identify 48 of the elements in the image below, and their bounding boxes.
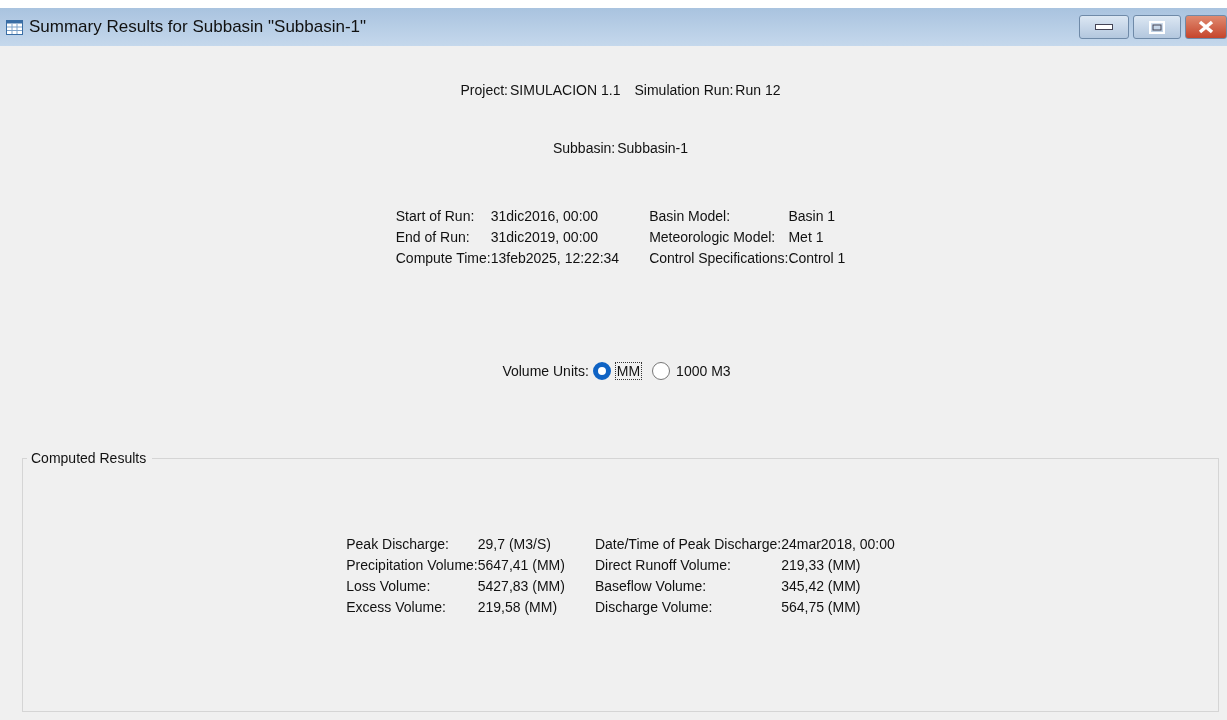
table-icon xyxy=(6,19,23,35)
field-value: 5647,41 (MM) xyxy=(477,557,566,573)
field-label: Control Specifications: xyxy=(649,250,789,266)
field-label: Start of Run: xyxy=(395,208,476,224)
field-label: Compute Time: xyxy=(395,250,491,266)
field-value: 564,75 (MM) xyxy=(781,599,862,615)
field-value: 24mar2018, 00:00 xyxy=(781,536,895,552)
radio-label[interactable]: 1000 M3 xyxy=(674,362,733,380)
radio-button[interactable] xyxy=(592,362,611,380)
field-value: Subbasin-1 xyxy=(617,140,689,156)
field-value: 219,33 (MM) xyxy=(781,557,862,573)
group-title: Computed Results xyxy=(30,450,148,466)
minimize-button[interactable] xyxy=(1079,15,1129,39)
field-label: Peak Discharge: xyxy=(346,536,450,552)
field-value: 5427,83 (MM) xyxy=(477,578,566,594)
field-value: Control 1 xyxy=(788,250,846,266)
field-label: Simulation Run: xyxy=(634,82,734,98)
field-value: 345,42 (MM) xyxy=(781,578,862,594)
field-label: End of Run: xyxy=(395,229,471,245)
radio-button[interactable] xyxy=(652,362,671,380)
maximize-button[interactable] xyxy=(1133,15,1181,39)
field-value: Met 1 xyxy=(788,229,825,245)
field-label: Discharge Volume: xyxy=(594,599,714,615)
field-label: Direct Runoff Volume: xyxy=(594,557,732,573)
window-title: Summary Results for Subbasin "Subbasin-1" xyxy=(29,17,368,37)
close-button[interactable] xyxy=(1185,15,1227,39)
field-value: SIMULACION 1.1 xyxy=(510,82,621,98)
field-label: Baseflow Volume: xyxy=(594,578,708,594)
field-value: 31dic2019, 00:00 xyxy=(490,229,600,245)
field-label: Meteorologic Model: xyxy=(649,229,777,245)
field-label: Subbasin: xyxy=(552,140,616,156)
field-label: Basin Model: xyxy=(649,208,732,224)
field-label: Project: xyxy=(460,82,508,98)
field-label: Excess Volume: xyxy=(346,599,447,615)
field-value: 13feb2025, 12:22:34 xyxy=(490,250,621,266)
field-value: 31dic2016, 00:00 xyxy=(490,208,600,224)
field-value: 29,7 (M3/S) xyxy=(477,536,552,552)
field-label: Volume Units: xyxy=(502,363,589,379)
minimize-icon xyxy=(1095,24,1113,30)
field-label: Loss Volume: xyxy=(346,578,432,594)
radio-label[interactable]: MM xyxy=(614,362,643,380)
close-icon xyxy=(1198,20,1214,34)
field-label: Precipitation Volume: xyxy=(346,557,478,573)
field-value: 219,58 (MM) xyxy=(477,599,559,615)
maximize-icon xyxy=(1149,20,1165,34)
field-label: Date/Time of Peak Discharge: xyxy=(594,536,782,552)
field-value: Basin 1 xyxy=(788,208,837,224)
field-value: Run 12 xyxy=(735,82,781,98)
